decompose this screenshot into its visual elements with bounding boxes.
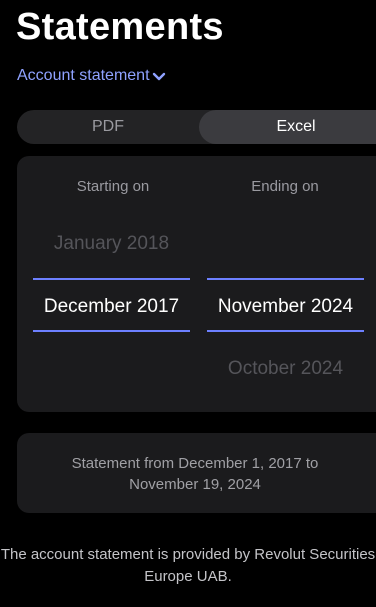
excel-option[interactable]: Excel [199,110,376,144]
end-wheel-item-selected[interactable]: November 2024 [207,296,364,318]
end-selection-bottom-line [207,330,364,332]
statement-summary-text: Statement from December 1, 2017 to Novem… [71,455,319,493]
end-wheel-item-below[interactable]: October 2024 [207,358,364,380]
chevron-down-icon [152,72,165,81]
account-statement-dropdown[interactable]: Account statement [17,67,166,85]
account-statement-label: Account statement [17,67,150,84]
start-wheel-item-selected[interactable]: December 2017 [33,296,190,318]
format-segmented-control: PDF Excel [17,110,376,144]
page-title: Statements [16,6,224,48]
pdf-option[interactable]: PDF [17,110,199,144]
starting-on-header: Starting on [76,178,150,195]
provider-disclaimer: The account statement is provided by Rev… [0,546,376,585]
start-wheel-item-above[interactable]: January 2018 [33,233,190,255]
start-selection-top-line [33,278,190,280]
end-selection-top-line [207,278,364,280]
start-selection-bottom-line [33,330,190,332]
ending-on-header: Ending on [251,178,319,195]
